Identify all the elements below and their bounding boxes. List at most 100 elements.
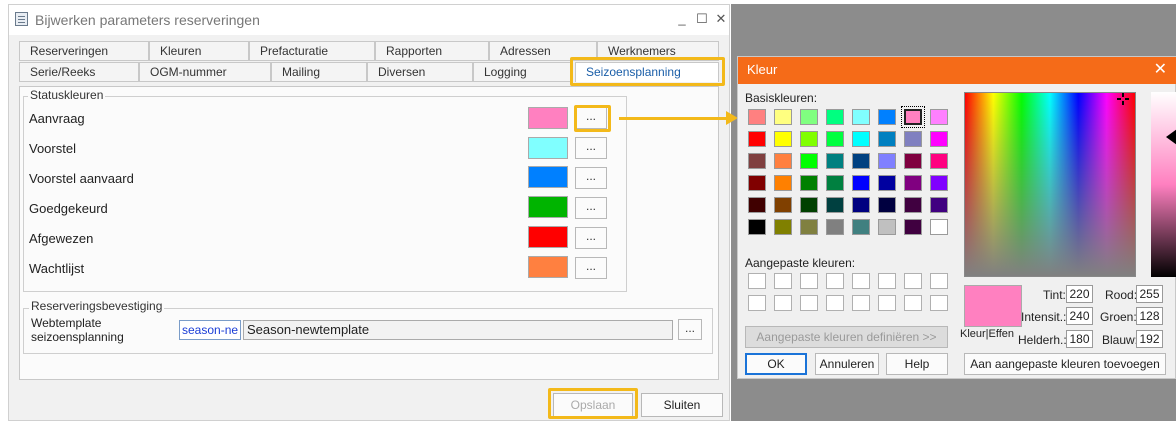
basic-color-swatch[interactable] [774,109,792,125]
basic-color-swatch[interactable] [800,131,818,147]
basic-color-swatch[interactable] [901,106,925,128]
custom-color-swatch[interactable] [904,273,922,289]
basic-color-swatch[interactable] [748,131,766,147]
basic-color-swatch[interactable] [930,175,948,191]
basic-color-swatch[interactable] [904,197,922,213]
basic-color-swatch[interactable] [878,197,896,213]
basic-color-swatch[interactable] [852,219,870,235]
browse-template-button[interactable]: ... [678,319,702,340]
basic-color-swatch[interactable] [826,175,844,191]
basic-color-swatch[interactable] [774,197,792,213]
basic-color-swatch[interactable] [930,109,948,125]
saturation-input[interactable]: 240 [1066,307,1093,325]
basic-color-swatch[interactable] [800,109,818,125]
basic-color-swatch[interactable] [878,131,896,147]
basic-color-swatch[interactable] [826,109,844,125]
basic-color-swatch[interactable] [930,197,948,213]
basic-color-swatch[interactable] [774,131,792,147]
pick-color-afgewezen-button[interactable]: ... [575,227,607,249]
basic-color-swatch[interactable] [800,175,818,191]
custom-color-swatch[interactable] [748,295,766,311]
basic-color-swatch[interactable] [748,153,766,169]
custom-color-swatch[interactable] [826,295,844,311]
basic-color-swatch[interactable] [878,153,896,169]
basic-color-swatch[interactable] [852,175,870,191]
basic-color-swatch[interactable] [878,109,896,125]
red-input[interactable]: 255 [1136,285,1163,303]
webtemplate-code-input[interactable]: season-ne [179,320,241,340]
basic-color-swatch[interactable] [826,219,844,235]
pick-color-voorstel-button[interactable]: ... [575,137,607,159]
luminance-input[interactable]: 180 [1066,330,1093,348]
basic-color-swatch[interactable] [800,219,818,235]
custom-color-swatch[interactable] [904,295,922,311]
basic-color-swatch[interactable] [930,131,948,147]
cancel-button[interactable]: Annuleren [815,353,879,375]
custom-color-swatch[interactable] [878,273,896,289]
pick-color-goedgekeurd-button[interactable]: ... [575,197,607,219]
basic-color-swatch[interactable] [930,219,948,235]
luminance-pointer-icon[interactable] [1166,129,1176,145]
custom-color-swatch[interactable] [748,273,766,289]
basic-color-swatch[interactable] [930,153,948,169]
custom-color-swatch[interactable] [774,295,792,311]
basic-color-swatch[interactable] [878,219,896,235]
basic-color-swatch[interactable] [826,153,844,169]
basic-color-swatch[interactable] [904,153,922,169]
custom-color-swatch[interactable] [852,273,870,289]
basic-color-swatch[interactable] [748,175,766,191]
blue-input[interactable]: 192 [1136,330,1163,348]
basic-color-swatch[interactable] [800,197,818,213]
tab-ogm-nummer[interactable]: OGM-nummer [139,62,271,82]
add-to-custom-colors-button[interactable]: Aan aangepaste kleuren toevoegen [964,353,1166,375]
close-button[interactable]: ✕ [712,10,730,28]
basic-color-swatch[interactable] [852,197,870,213]
basic-color-swatch[interactable] [904,219,922,235]
green-input[interactable]: 128 [1136,307,1163,325]
webtemplate-name-input[interactable]: Season-newtemplate [243,320,673,340]
tab-serie-reeks[interactable]: Serie/Reeks [19,62,139,82]
basic-color-swatch[interactable] [826,131,844,147]
tab-diversen[interactable]: Diversen [367,62,473,82]
close-icon[interactable]: ✕ [1154,57,1167,83]
pick-color-voorstel-aanvaard-button[interactable]: ... [575,167,607,189]
tab-mailing[interactable]: Mailing [271,62,367,82]
basic-color-swatch[interactable] [852,131,870,147]
basic-color-swatch[interactable] [774,153,792,169]
minimize-button[interactable]: _ [673,10,691,28]
basic-color-swatch[interactable] [748,219,766,235]
basic-color-swatch[interactable] [748,109,766,125]
custom-color-swatch[interactable] [774,273,792,289]
custom-color-swatch[interactable] [800,295,818,311]
maximize-button[interactable]: ☐ [693,10,711,28]
custom-color-swatch[interactable] [826,273,844,289]
ok-button[interactable]: OK [745,353,807,375]
tab-prefacturatie[interactable]: Prefacturatie [249,41,375,61]
basic-color-swatch[interactable] [748,197,766,213]
tab-logging[interactable]: Logging [473,62,573,82]
tab-reserveringen[interactable]: Reserveringen [19,41,149,61]
custom-color-swatch[interactable] [878,295,896,311]
custom-color-swatch[interactable] [800,273,818,289]
hue-input[interactable]: 220 [1066,285,1093,303]
close-window-button[interactable]: Sluiten [641,393,723,417]
basic-color-swatch[interactable] [904,175,922,191]
basic-color-swatch[interactable] [826,197,844,213]
pick-color-wachtlijst-button[interactable]: ... [575,257,607,279]
basic-color-swatch[interactable] [800,153,818,169]
basic-color-swatch[interactable] [774,219,792,235]
basic-color-swatch[interactable] [904,131,922,147]
basic-color-swatch[interactable] [852,153,870,169]
color-spectrum[interactable] [964,92,1136,277]
basic-color-swatch[interactable] [878,175,896,191]
basic-color-swatch[interactable] [774,175,792,191]
tab-kleuren[interactable]: Kleuren [149,41,249,61]
custom-color-swatch[interactable] [930,295,948,311]
luminance-bar[interactable] [1151,92,1176,277]
custom-color-swatch[interactable] [852,295,870,311]
define-custom-colors-button[interactable]: Aangepaste kleuren definiëren >> [745,326,948,348]
tab-rapporten[interactable]: Rapporten [375,41,489,61]
help-button[interactable]: Help [886,353,948,375]
basic-color-swatch[interactable] [852,109,870,125]
custom-color-swatch[interactable] [930,273,948,289]
